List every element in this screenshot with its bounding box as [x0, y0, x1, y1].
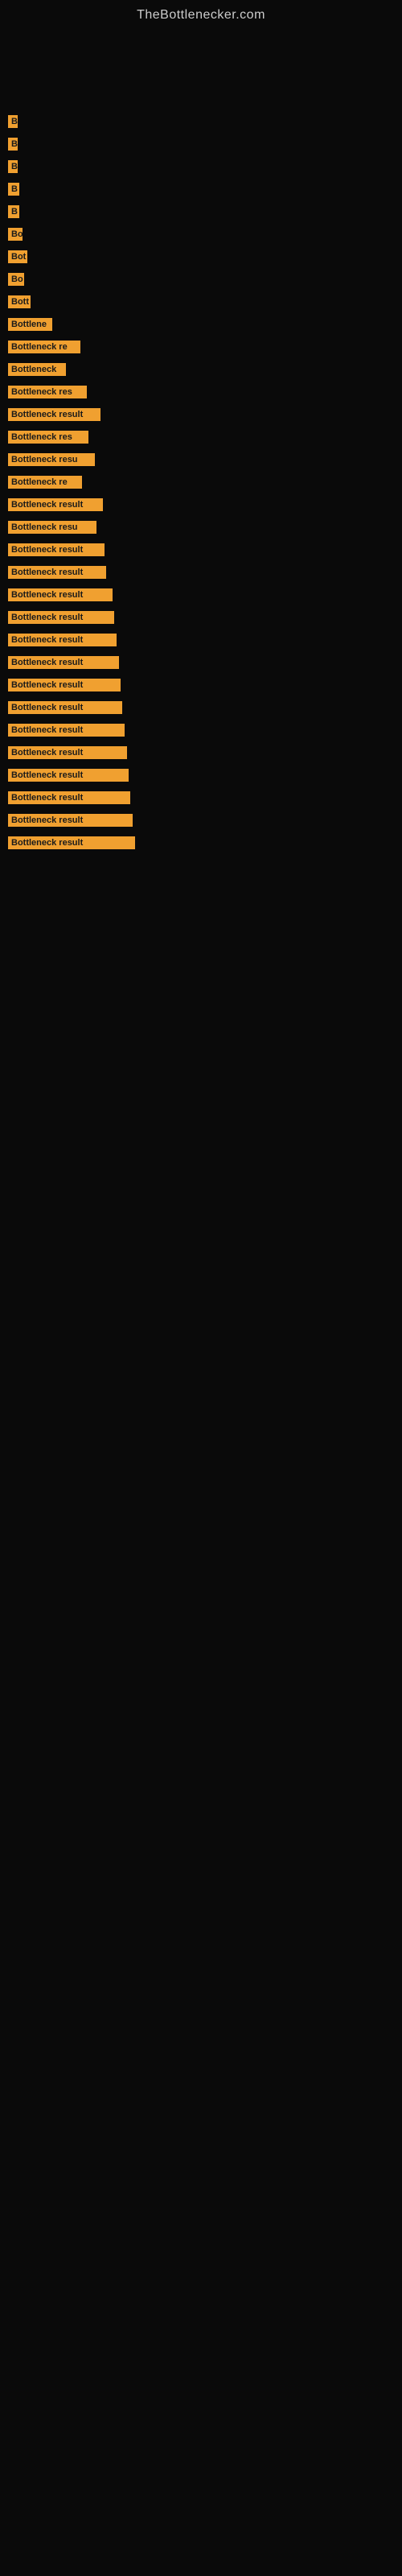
bar-row: Bottleneck result — [8, 674, 394, 696]
bar-row: Bottleneck result — [8, 584, 394, 606]
bar-label: Bottleneck result — [8, 588, 113, 601]
bar-label: Bottleneck result — [8, 408, 100, 421]
bar-row: Bottleneck result — [8, 539, 394, 561]
bar-row — [8, 88, 394, 110]
bar-label: Bottleneck — [8, 363, 66, 376]
bar-label: B — [8, 160, 18, 173]
bar-label: Bottleneck result — [8, 656, 119, 669]
bar-row — [8, 65, 394, 88]
bar-label: Bottleneck result — [8, 566, 106, 579]
bar-label: Bottleneck result — [8, 611, 114, 624]
bar-label: B — [8, 138, 18, 151]
bar-row: Bottlene — [8, 313, 394, 336]
bar-row: Bottleneck result — [8, 561, 394, 584]
bar-label: Bottleneck result — [8, 701, 122, 714]
bar-label: B — [8, 205, 19, 218]
bar-label: Bottleneck resu — [8, 453, 95, 466]
bar-row: Bottleneck result — [8, 832, 394, 854]
bar-row: Bottleneck result — [8, 741, 394, 764]
bar-label: Bottleneck re — [8, 341, 80, 353]
site-title: TheBottlenecker.com — [0, 0, 402, 27]
bar-label: B — [8, 183, 19, 196]
bar-row — [8, 43, 394, 65]
bar-row: Bottleneck re — [8, 336, 394, 358]
bar-row: Bottleneck result — [8, 629, 394, 651]
bar-label: Bottleneck resu — [8, 521, 96, 534]
bar-label: Bottleneck result — [8, 679, 121, 691]
bar-row: Bottleneck result — [8, 651, 394, 674]
bar-label: Bo — [8, 228, 23, 241]
bar-row: Bottleneck result — [8, 403, 394, 426]
bar-row: Bot — [8, 246, 394, 268]
bar-label: Bottleneck result — [8, 814, 133, 827]
bar-label: Bottleneck result — [8, 769, 129, 782]
bar-label: Bottleneck result — [8, 746, 127, 759]
bar-label: Bott — [8, 295, 31, 308]
bar-row: Bottleneck — [8, 358, 394, 381]
bar-label: Bo — [8, 273, 24, 286]
bar-row: Bottleneck resu — [8, 448, 394, 471]
bar-label: Bottleneck result — [8, 791, 130, 804]
bar-label: Bottleneck re — [8, 476, 82, 489]
bar-label: B — [8, 115, 18, 128]
bar-row: Bottleneck resu — [8, 516, 394, 539]
bar-row: B — [8, 200, 394, 223]
bar-row: Bottleneck result — [8, 719, 394, 741]
bar-row: Bott — [8, 291, 394, 313]
bar-row: Bottleneck result — [8, 493, 394, 516]
bar-label: Bot — [8, 250, 27, 263]
bar-row: Bottleneck res — [8, 381, 394, 403]
bar-label: Bottleneck result — [8, 634, 117, 646]
bar-row: Bottleneck result — [8, 696, 394, 719]
bar-label: Bottleneck res — [8, 386, 87, 398]
bar-label: Bottleneck result — [8, 543, 105, 556]
bars-container: BBBBBBoBotBoBottBottleneBottleneck reBot… — [0, 27, 402, 862]
bar-row: Bottleneck result — [8, 786, 394, 809]
bar-label: Bottleneck result — [8, 836, 135, 849]
bar-row: Bottleneck result — [8, 764, 394, 786]
bar-row: Bo — [8, 268, 394, 291]
bar-row: B — [8, 133, 394, 155]
bar-row: Bo — [8, 223, 394, 246]
bar-row: Bottleneck result — [8, 809, 394, 832]
bar-label: Bottleneck result — [8, 724, 125, 737]
bar-row: Bottleneck res — [8, 426, 394, 448]
bar-row: Bottleneck result — [8, 606, 394, 629]
bar-row: B — [8, 178, 394, 200]
bar-row: Bottleneck re — [8, 471, 394, 493]
bar-row: B — [8, 155, 394, 178]
bar-label: Bottleneck result — [8, 498, 103, 511]
bar-row: B — [8, 110, 394, 133]
bar-label: Bottleneck res — [8, 431, 88, 444]
bar-label: Bottlene — [8, 318, 52, 331]
